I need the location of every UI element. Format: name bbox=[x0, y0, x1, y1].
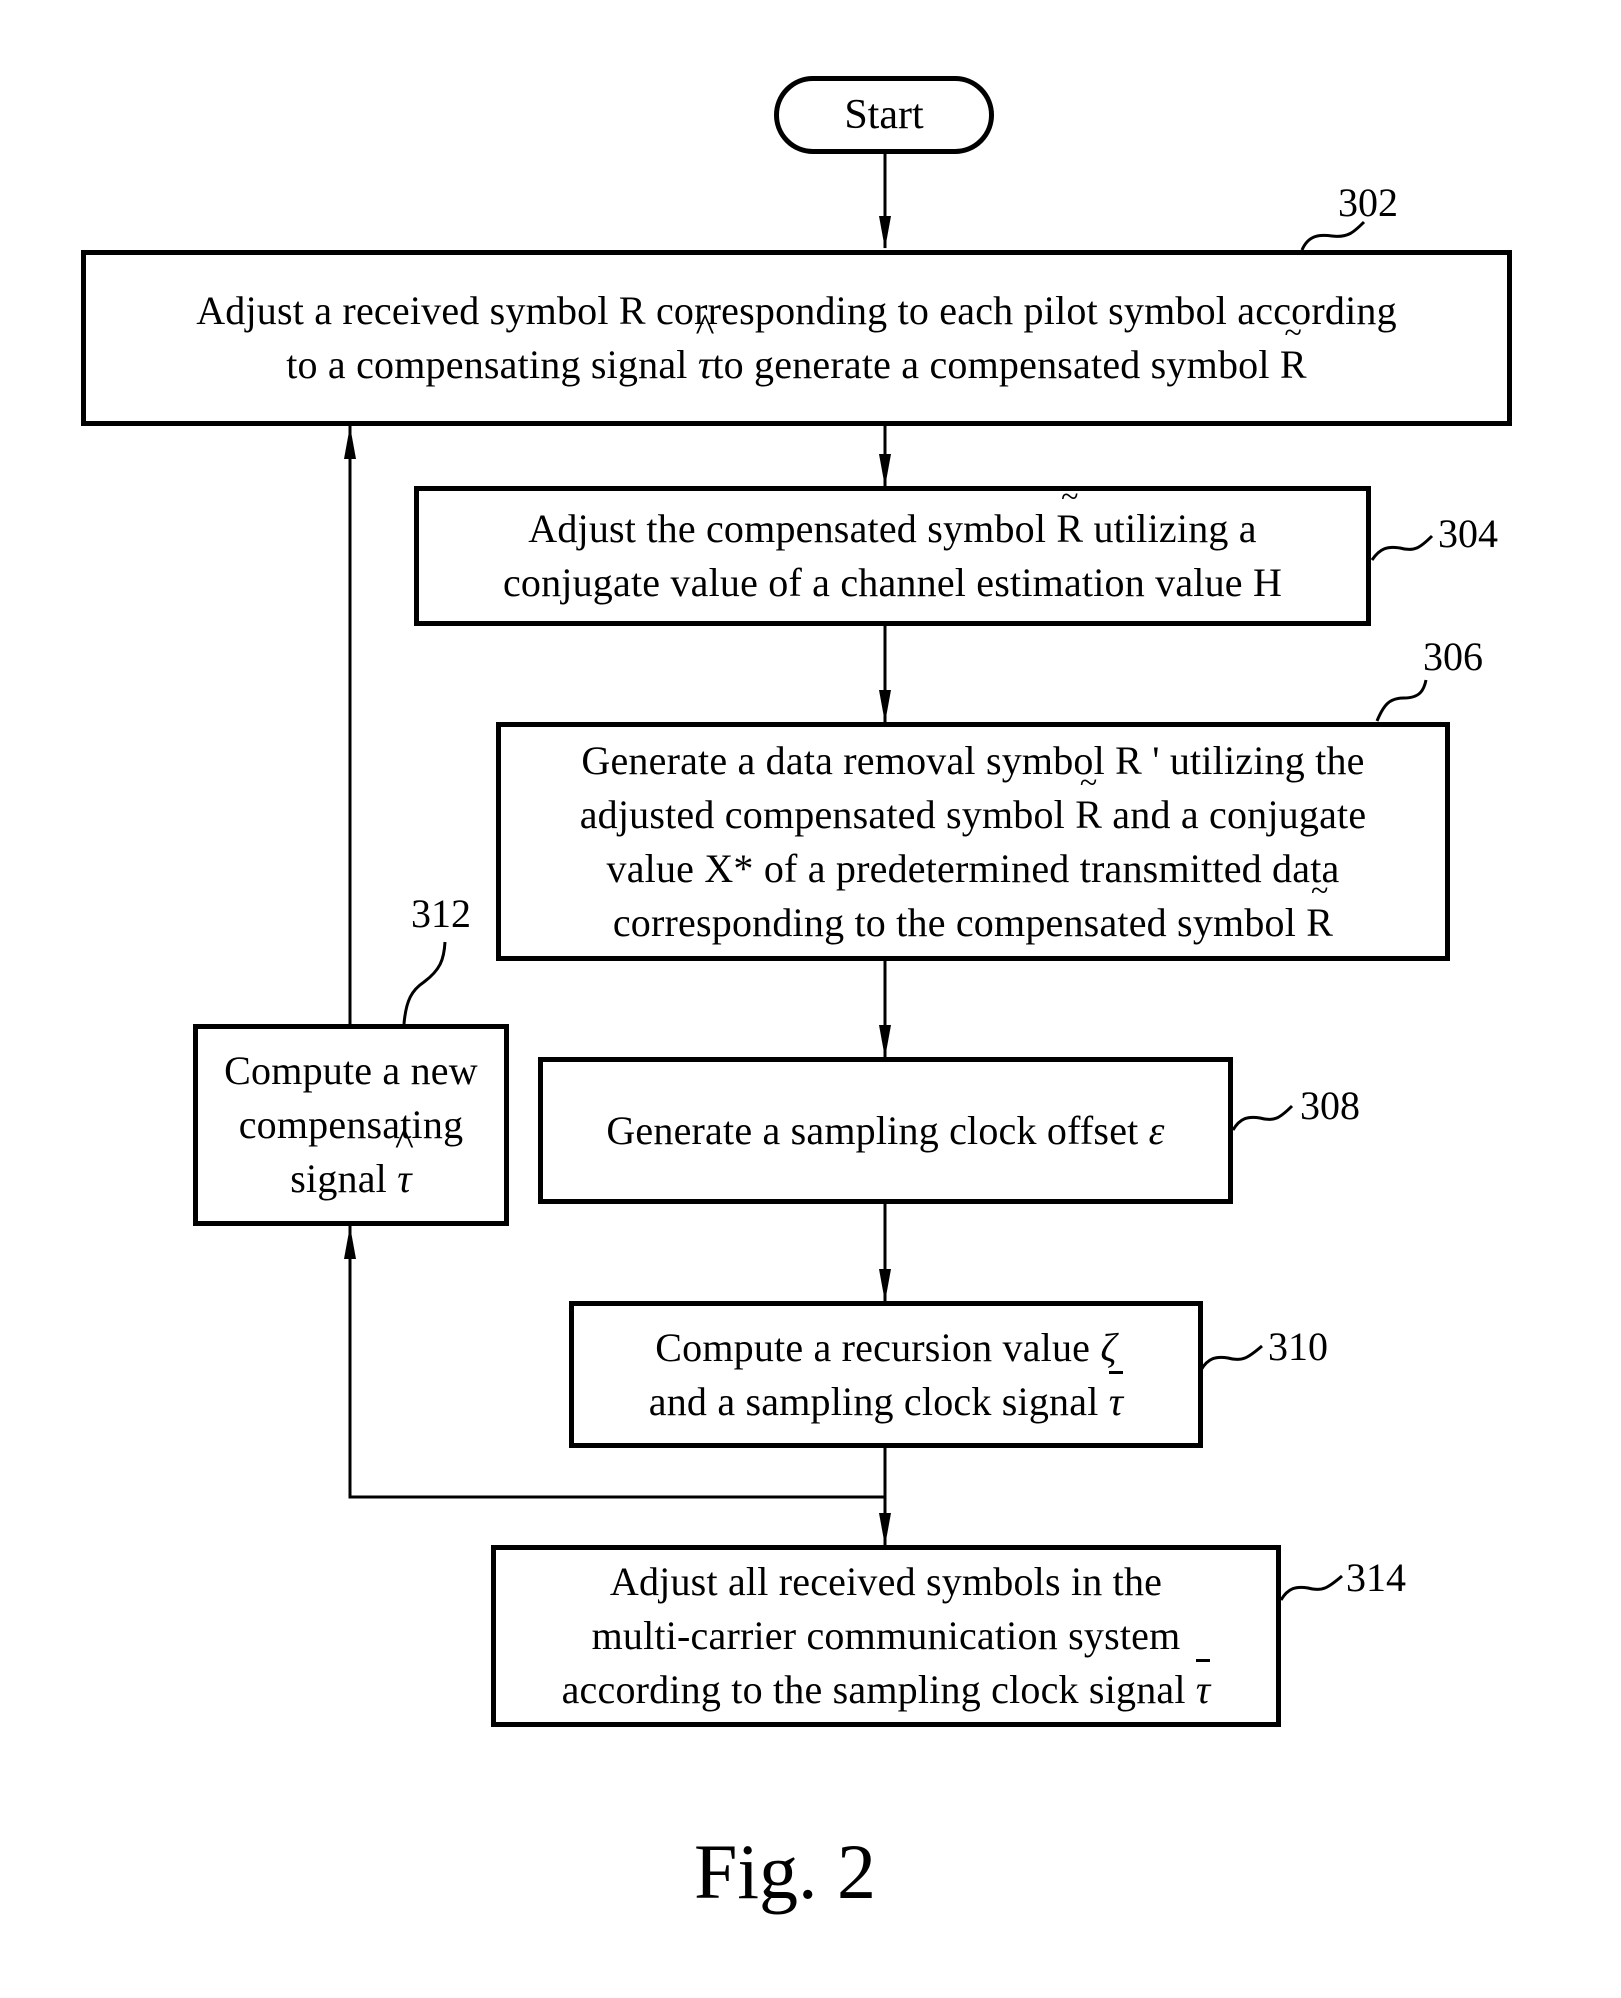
step-302-text-line: Adjust a received symbol R corresponding… bbox=[196, 284, 1397, 338]
step-310-text-line: Compute a recursion value ζ bbox=[655, 1321, 1116, 1375]
ref-306: 306 bbox=[1423, 634, 1483, 679]
step-306-text-line: Generate a data removal symbol R ' utili… bbox=[581, 734, 1364, 788]
arrowhead-306-to-308 bbox=[879, 1025, 891, 1058]
bar-accent bbox=[1195, 1659, 1211, 1662]
step-304-box: Adjust the compensated symbol R ~ utilizi… bbox=[414, 478, 1371, 626]
leader-306 bbox=[1375, 679, 1428, 722]
leader-304 bbox=[1370, 534, 1434, 561]
text-run: Compute a new bbox=[224, 1048, 478, 1093]
start-terminal: Start bbox=[774, 76, 994, 154]
math-symbol-bar: τ bbox=[1195, 1659, 1211, 1717]
math-symbol-tilde: R ~ bbox=[1306, 871, 1334, 945]
text-run: Compute a recursion value bbox=[655, 1324, 1101, 1370]
math-symbol-hat: τ ^ bbox=[394, 1119, 414, 1202]
bar-accent bbox=[1108, 1370, 1124, 1374]
math-symbol-tilde: R ~ bbox=[1056, 478, 1084, 551]
tilde-accent: ~ bbox=[1079, 763, 1098, 800]
text-run: to generate a compensated symbol bbox=[712, 342, 1280, 387]
step-314-text-line: Adjust all received symbols in the bbox=[610, 1555, 1162, 1609]
step-306-box: Generate a data removal symbol R ' utili… bbox=[496, 722, 1450, 961]
tilde-accent: ~ bbox=[1284, 314, 1303, 350]
step-302-box: Adjust a received symbol R corresponding… bbox=[81, 250, 1512, 426]
hat-accent: ^ bbox=[394, 1119, 414, 1164]
tilde-accent: ~ bbox=[1310, 871, 1329, 908]
step-306-text-line: corresponding to the compensated symbol … bbox=[612, 871, 1334, 950]
tilde-accent: ~ bbox=[1061, 478, 1079, 514]
ref-314: 314 bbox=[1346, 1555, 1406, 1600]
ref-304: 304 bbox=[1438, 511, 1498, 556]
text-run: utilizing a bbox=[1083, 506, 1257, 551]
text-run: adjusted compensated symbol bbox=[579, 791, 1076, 837]
hat-accent: ^ bbox=[695, 305, 715, 350]
step-304-text-line: Adjust the compensated symbol R ~ utilizi… bbox=[528, 478, 1257, 556]
step-312-text-line: signal τ ^ bbox=[290, 1119, 414, 1206]
leader-310 bbox=[1199, 1344, 1263, 1371]
step-302-text-line: to a compensating signal τ ^ to generate a… bbox=[286, 305, 1307, 392]
text-run: signal bbox=[290, 1156, 398, 1201]
leader-312 bbox=[402, 941, 447, 1025]
step-304-text-line: conjugate value of a channel estimation … bbox=[503, 556, 1282, 610]
text-run: according to the sampling clock signal bbox=[561, 1667, 1196, 1712]
arrowhead-308-to-310 bbox=[879, 1269, 891, 1302]
text-run: Adjust the compensated symbol bbox=[528, 506, 1057, 551]
text-run: multi-carrier communication system bbox=[591, 1613, 1181, 1658]
figure-caption: Fig. 2 bbox=[694, 1828, 877, 1915]
step-308-text-line: Generate a sampling clock offset ε bbox=[606, 1104, 1164, 1158]
arrowhead-start-to-302 bbox=[879, 216, 891, 249]
ref-308: 308 bbox=[1300, 1083, 1360, 1128]
math-symbol-tilde: R ~ bbox=[1279, 314, 1307, 387]
step-306-text-line: adjusted compensated symbol R ~ and a con… bbox=[579, 763, 1367, 842]
text-run: to a compensating signal bbox=[286, 342, 698, 387]
text-run: Adjust all received symbols in the bbox=[609, 1559, 1163, 1604]
math-symbol-hat: τ ^ bbox=[695, 305, 715, 388]
step-314-text-line: multi-carrier communication system bbox=[592, 1609, 1181, 1663]
arrowhead-304-to-306 bbox=[879, 690, 891, 723]
text-run: compensating bbox=[238, 1102, 464, 1147]
step-310-box: Compute a recursion value ζ and a samplin… bbox=[569, 1301, 1203, 1448]
math-symbol-bar: τ bbox=[1108, 1370, 1124, 1429]
step-310-text-line: and a sampling clock signal τ bbox=[648, 1370, 1124, 1429]
math-symbol-plain: ζ bbox=[1100, 1324, 1117, 1370]
arrowhead-312-to-302 bbox=[344, 426, 356, 459]
text-run: value X* of a predetermined transmitted … bbox=[606, 845, 1340, 891]
step-308-box: Generate a sampling clock offset ε bbox=[538, 1057, 1233, 1204]
step-314-text-line: according to the sampling clock signal τ bbox=[561, 1659, 1211, 1717]
step-306-text-line: value X* of a predetermined transmitted … bbox=[607, 842, 1340, 896]
leader-308 bbox=[1231, 1104, 1294, 1131]
step-312-text-line: compensating bbox=[239, 1098, 464, 1152]
text-run: Adjust a received symbol R corresponding… bbox=[196, 288, 1397, 333]
math-symbol-tilde: R ~ bbox=[1075, 763, 1103, 837]
arrowhead-310-to-312 bbox=[344, 1226, 356, 1259]
ref-312: 312 bbox=[411, 891, 471, 936]
text-run: and a conjugate bbox=[1102, 791, 1367, 837]
leader-314 bbox=[1279, 1574, 1343, 1601]
text-run: Generate a sampling clock offset bbox=[606, 1107, 1149, 1153]
text-run: Generate a data removal symbol R ' utili… bbox=[581, 737, 1365, 783]
text-run: corresponding to the compensated symbol bbox=[612, 899, 1307, 945]
text-run: and a sampling clock signal bbox=[648, 1378, 1109, 1424]
arrowhead-310-to-314 bbox=[879, 1513, 891, 1546]
text-run: conjugate value of a channel estimation … bbox=[502, 560, 1283, 605]
start-label: Start bbox=[844, 92, 924, 138]
step-314-box: Adjust all received symbols in the multi-… bbox=[491, 1545, 1281, 1727]
step-312-text-line: Compute a new bbox=[224, 1044, 478, 1098]
step-312-box: Compute a new compensating signal τ ^ bbox=[193, 1024, 509, 1226]
leader-302 bbox=[1300, 220, 1366, 251]
math-symbol-plain: ε bbox=[1148, 1107, 1165, 1153]
ref-302: 302 bbox=[1338, 180, 1398, 225]
ref-310: 310 bbox=[1268, 1324, 1328, 1369]
arrowhead-302-to-304 bbox=[879, 454, 891, 487]
